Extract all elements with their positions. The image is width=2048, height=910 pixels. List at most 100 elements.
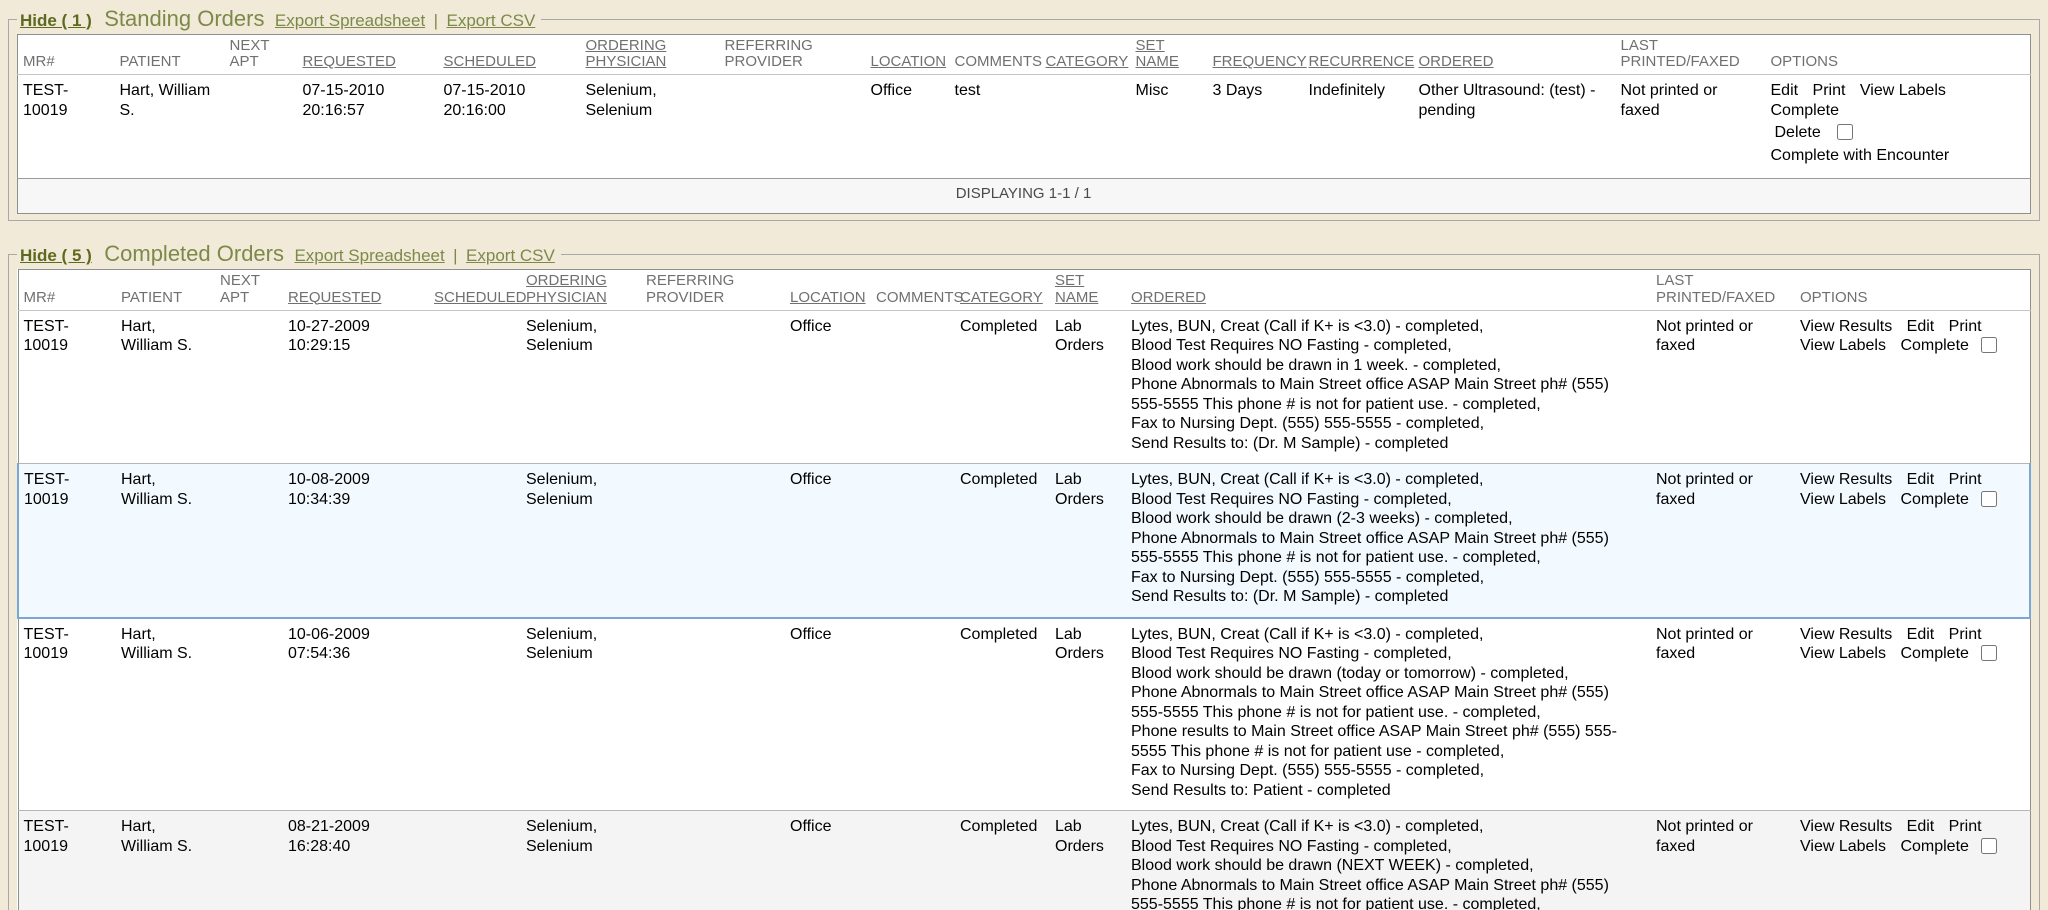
cell-requested: 07-15-2010 20:16:57 [298, 75, 439, 179]
col-header-ordered[interactable]: ORDERED [1414, 35, 1616, 75]
standing-footer-row: DISPLAYING 1-1 / 1 [18, 179, 2031, 214]
col-header-location[interactable]: LOCATION [866, 35, 950, 75]
col-header-referring-provider: REFERRING PROVIDER [641, 270, 785, 310]
edit-link[interactable]: Edit [1907, 818, 1935, 835]
completed-header-row: MR# PATIENT NEXT APT REQUESTED SCHEDULED… [18, 270, 2030, 310]
cell-frequency: 3 Days [1208, 75, 1304, 179]
cell-requested: 10-27-2009 10:29:15 [283, 310, 429, 464]
col-header-ordering-physician[interactable]: ORDERING PHYSICIAN [521, 270, 641, 310]
col-header-set-name[interactable]: SET NAME [1131, 35, 1208, 75]
ordered-item: Send Results to: (Dr. M Sample) - comple… [1131, 434, 1645, 454]
cell-patient: Hart, William S. [115, 75, 225, 179]
view-labels-link[interactable]: View Labels [1800, 337, 1886, 354]
col-header-patient: PATIENT [116, 270, 215, 310]
col-header-location[interactable]: LOCATION [785, 270, 871, 310]
cell-last-printed-faxed: Not printed or faxed [1651, 618, 1795, 811]
col-header-recurrence[interactable]: RECURRENCE [1304, 35, 1414, 75]
cell-options: Edit Print View Labels Complete Delete C… [1766, 75, 2031, 179]
col-header-ordering-physician[interactable]: ORDERING PHYSICIAN [581, 35, 720, 75]
complete-checkbox[interactable] [1981, 838, 1997, 854]
complete-link[interactable]: Complete [1900, 337, 1968, 354]
view-results-link[interactable]: View Results [1800, 471, 1892, 488]
edit-link[interactable]: Edit [1771, 82, 1799, 99]
complete-with-encounter-link[interactable]: Complete with Encounter [1771, 147, 1950, 164]
delete-link[interactable]: Delete [1775, 124, 1821, 141]
complete-with-encounter-checkbox[interactable] [1837, 124, 1853, 140]
complete-link[interactable]: Complete [1900, 645, 1968, 662]
complete-link[interactable]: Complete [1771, 102, 1839, 119]
completed-orders-section: Hide ( 5 ) Completed Orders Export Sprea… [8, 241, 2040, 910]
view-labels-link[interactable]: View Labels [1800, 838, 1886, 855]
cell-next-apt [215, 618, 283, 811]
print-link[interactable]: Print [1949, 818, 1982, 835]
ordered-item: Blood work should be drawn (today or tom… [1131, 664, 1645, 684]
complete-checkbox[interactable] [1981, 645, 1997, 661]
completed-section-title: Completed Orders [104, 241, 284, 266]
completed-orders-table: MR# PATIENT NEXT APT REQUESTED SCHEDULED… [17, 269, 2031, 910]
ordered-item: Blood work should be drawn (NEXT WEEK) -… [1131, 856, 1645, 876]
completed-order-row: TEST-10019 Hart, William S. 08-21-2009 1… [18, 811, 2030, 910]
completed-hide-link[interactable]: Hide ( 5 ) [20, 246, 92, 265]
cell-last-printed-faxed: Not printed or faxed [1651, 310, 1795, 464]
col-header-options: OPTIONS [1766, 35, 2031, 75]
ordered-item: Lytes, BUN, Creat (Call if K+ is <3.0) -… [1131, 817, 1645, 837]
cell-ordered: Lytes, BUN, Creat (Call if K+ is <3.0) -… [1126, 464, 1651, 618]
edit-link[interactable]: Edit [1907, 318, 1935, 335]
edit-link[interactable]: Edit [1907, 626, 1935, 643]
cell-category: Completed [955, 811, 1050, 910]
cell-options: View Results Edit Print View Labels Comp… [1795, 811, 2030, 910]
edit-link[interactable]: Edit [1907, 471, 1935, 488]
completed-export-spreadsheet-link[interactable]: Export Spreadsheet [294, 246, 444, 265]
completed-export-csv-link[interactable]: Export CSV [466, 246, 555, 265]
col-header-ordered[interactable]: ORDERED [1126, 270, 1651, 310]
cell-scheduled: 07-15-2010 20:16:00 [439, 75, 581, 179]
cell-location: Office [866, 75, 950, 179]
print-link[interactable]: Print [1949, 318, 1982, 335]
complete-checkbox[interactable] [1981, 337, 1997, 353]
standing-hide-link[interactable]: Hide ( 1 ) [20, 11, 92, 30]
col-header-category[interactable]: CATEGORY [955, 270, 1050, 310]
col-header-frequency[interactable]: FREQUENCY [1208, 35, 1304, 75]
standing-export-spreadsheet-link[interactable]: Export Spreadsheet [275, 11, 425, 30]
col-header-comments: COMMENTS [871, 270, 955, 310]
print-link[interactable]: Print [1949, 471, 1982, 488]
cell-last-printed-faxed: Not printed or faxed [1616, 75, 1766, 179]
complete-link[interactable]: Complete [1900, 838, 1968, 855]
cell-ordering-physician: Selenium, Selenium [521, 464, 641, 618]
standing-export-divider: | [434, 11, 438, 30]
view-results-link[interactable]: View Results [1800, 318, 1892, 335]
standing-export-csv-link[interactable]: Export CSV [447, 11, 536, 30]
cell-next-apt [215, 811, 283, 910]
cell-location: Office [785, 618, 871, 811]
cell-ordering-physician: Selenium, Selenium [521, 618, 641, 811]
cell-location: Office [785, 811, 871, 910]
cell-next-apt [215, 310, 283, 464]
standing-section-title: Standing Orders [104, 6, 264, 31]
cell-category: Completed [955, 310, 1050, 464]
ordered-item: Lytes, BUN, Creat (Call if K+ is <3.0) -… [1131, 625, 1645, 645]
cell-set-name: Lab Orders [1050, 464, 1126, 618]
print-link[interactable]: Print [1949, 626, 1982, 643]
cell-mr: TEST-10019 [18, 811, 116, 910]
col-header-requested[interactable]: REQUESTED [283, 270, 429, 310]
view-labels-link[interactable]: View Labels [1860, 82, 1946, 99]
complete-link[interactable]: Complete [1900, 491, 1968, 508]
view-labels-link[interactable]: View Labels [1800, 645, 1886, 662]
col-header-scheduled[interactable]: SCHEDULED [429, 270, 521, 310]
view-results-link[interactable]: View Results [1800, 818, 1892, 835]
cell-ordering-physician: Selenium, Selenium [521, 310, 641, 464]
view-results-link[interactable]: View Results [1800, 626, 1892, 643]
col-header-requested[interactable]: REQUESTED [298, 35, 439, 75]
ordered-item: Blood Test Requires NO Fasting - complet… [1131, 837, 1645, 857]
completed-order-row: TEST-10019 Hart, William S. 10-06-2009 0… [18, 618, 2030, 811]
complete-checkbox[interactable] [1981, 491, 1997, 507]
print-link[interactable]: Print [1813, 82, 1846, 99]
col-header-patient: PATIENT [115, 35, 225, 75]
standing-orders-legend: Hide ( 1 ) Standing Orders Export Spread… [17, 6, 541, 32]
col-header-set-name[interactable]: SET NAME [1050, 270, 1126, 310]
view-labels-link[interactable]: View Labels [1800, 491, 1886, 508]
col-header-category[interactable]: CATEGORY [1041, 35, 1131, 75]
cell-ordering-physician: Selenium, Selenium [521, 811, 641, 910]
ordered-item: Phone Abnormals to Main Street office AS… [1131, 529, 1645, 568]
col-header-scheduled[interactable]: SCHEDULED [439, 35, 581, 75]
